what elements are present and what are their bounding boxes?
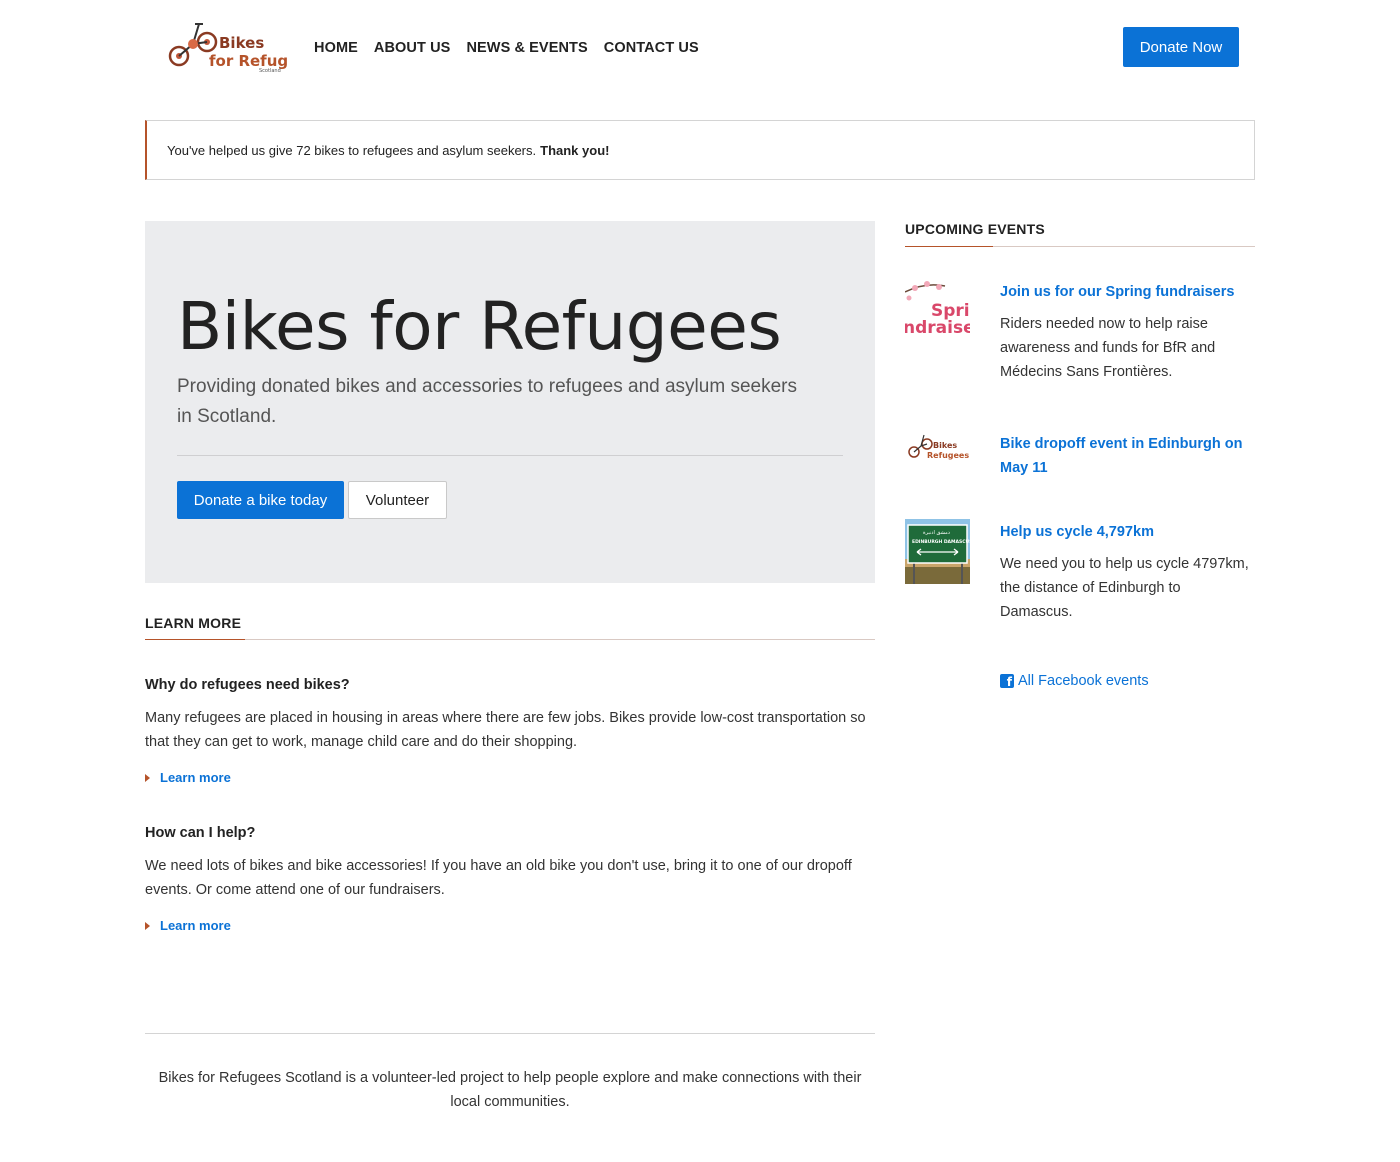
event-thumb-dropoff[interactable]: Bikes Refugees: [905, 430, 970, 495]
faq-title-why: Why do refugees need bikes?: [145, 677, 350, 693]
event-title-spring[interactable]: Join us for our Spring fundraisers: [1000, 280, 1255, 304]
alert-thanks: Thank you!: [540, 142, 610, 158]
events-heading: UPCOMING EVENTS: [905, 221, 1045, 237]
alert-text: You've helped us give 72 bikes to refuge…: [167, 142, 537, 158]
nav-news-events[interactable]: NEWS & EVENTS: [466, 38, 587, 58]
learn-more-link-help[interactable]: Learn more: [145, 918, 231, 933]
event-title-cycle[interactable]: Help us cycle 4,797km: [1000, 520, 1255, 544]
facebook-icon: f: [1000, 674, 1014, 688]
learn-more-link-why[interactable]: Learn more: [145, 770, 231, 785]
svg-text:Bikes: Bikes: [219, 34, 264, 52]
learn-more-heading: LEARN MORE: [145, 615, 242, 631]
nav-contact-us[interactable]: CONTACT US: [604, 38, 699, 58]
faq-body-help: We need lots of bikes and bike accessori…: [145, 858, 852, 898]
donate-bike-button[interactable]: Donate a bike today: [177, 481, 344, 519]
faq-title-help: How can I help?: [145, 825, 256, 841]
spring-fundraiser-image: Spri ndraise: [905, 278, 970, 343]
hero-divider: [177, 455, 843, 456]
event-title-dropoff[interactable]: Bike dropoff event in Edinburgh on May 1…: [1000, 432, 1255, 480]
footer-divider: [145, 1033, 875, 1034]
facebook-link-label: All Facebook events: [1018, 673, 1149, 689]
hero-section: Bikes for Refugees Providing donated bik…: [145, 221, 875, 583]
learn-more-label: Learn more: [160, 918, 231, 933]
nav-about-us[interactable]: ABOUT US: [374, 38, 451, 58]
learn-more-rule: [145, 639, 875, 640]
event-desc-cycle: We need you to help us cycle 4797km, the…: [1000, 556, 1249, 620]
caret-right-icon: [145, 921, 150, 930]
site-logo[interactable]: Bikes for Refugees Scotland: [163, 16, 317, 74]
volunteer-button[interactable]: Volunteer: [348, 481, 447, 519]
svg-text:Bikes: Bikes: [933, 441, 957, 450]
learn-more-label: Learn more: [160, 770, 231, 785]
road-sign-image: دمشق ادنبرة EDINBURGH DAMASCUS: [905, 519, 970, 584]
faq-body-why: Many refugees are placed in housing in a…: [145, 710, 866, 750]
svg-text:دمشق ادنبرة: دمشق ادنبرة: [923, 530, 950, 536]
svg-text:EDINBURGH DAMASCUS: EDINBURGH DAMASCUS: [912, 539, 970, 545]
page: Bikes for Refugees Scotland HOME ABOUT U…: [0, 0, 1400, 1162]
donate-now-button[interactable]: Donate Now: [1123, 27, 1239, 67]
bikes-logo-thumb: Bikes Refugees: [905, 430, 970, 495]
event-thumb-spring[interactable]: Spri ndraise: [905, 278, 970, 343]
events-rule: [905, 246, 1255, 247]
event-thumb-cycle[interactable]: دمشق ادنبرة EDINBURGH DAMASCUS: [905, 519, 970, 584]
footer-text: Bikes for Refugees Scotland is a volunte…: [158, 1070, 862, 1110]
svg-text:Refugees: Refugees: [927, 451, 969, 460]
hero-lead: Providing donated bikes and accessories …: [177, 376, 797, 427]
hero-title: Bikes for Refugees: [177, 288, 782, 365]
svg-text:ndraise: ndraise: [905, 318, 970, 338]
logo-image: Bikes for Refugees Scotland: [163, 16, 317, 74]
caret-right-icon: [145, 773, 150, 782]
svg-text:Scotland: Scotland: [259, 68, 281, 74]
facebook-events-link[interactable]: f All Facebook events: [1000, 673, 1149, 689]
main-nav: HOME ABOUT US NEWS & EVENTS CONTACT US: [314, 38, 715, 58]
thank-you-alert: You've helped us give 72 bikes to refuge…: [145, 120, 1255, 180]
nav-home[interactable]: HOME: [314, 38, 358, 58]
event-desc-spring: Riders needed now to help raise awarenes…: [1000, 316, 1216, 380]
